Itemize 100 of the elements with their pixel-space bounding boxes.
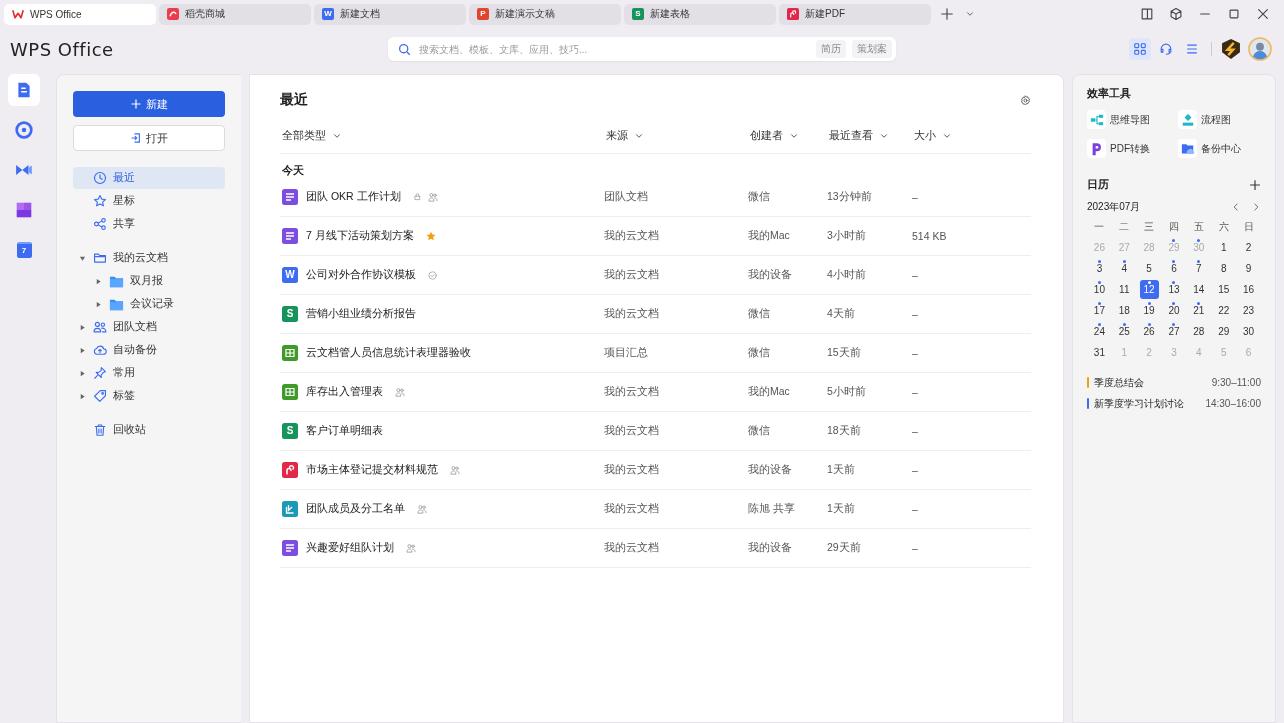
wps-logo-icon [12,8,24,20]
calendar-day[interactable]: 21 [1189,301,1209,320]
tree-item[interactable]: 常用 [73,362,225,384]
calendar-day[interactable]: 25 [1114,322,1134,341]
calendar-day[interactable]: 26 [1139,322,1159,341]
tree-item[interactable]: 双月报 [73,270,225,292]
column-header[interactable]: 大小 [912,129,952,143]
calendar-day[interactable]: 17 [1089,301,1109,320]
column-header[interactable]: 创建者 [748,129,799,143]
nav-item[interactable]: 共享 [73,213,225,235]
tool-link[interactable]: PDF转换 [1087,139,1170,158]
event-title[interactable]: 季度总结会 [1094,375,1144,390]
file-name[interactable]: 7 月线下活动策划方案 [306,229,414,243]
calendar-day[interactable]: 27 [1164,322,1184,341]
rail-button[interactable]: 7 [8,234,40,266]
calendar-day[interactable]: 10 [1089,280,1109,299]
caret-icon [942,131,952,141]
tab[interactable]: WPS Office [4,3,156,25]
tool-link[interactable]: 思维导图 [1087,110,1170,129]
table-cell-text: 514 KB [912,230,948,242]
file-name[interactable]: 团队成员及分工名单 [306,502,405,516]
calendar-day[interactable]: 8 [1214,259,1234,278]
avatar [1248,37,1272,61]
tab[interactable]: S 新建表格 [624,3,776,25]
next-month-button[interactable] [1251,202,1261,212]
calendar-day[interactable]: 7 [1189,259,1209,278]
tool-link[interactable]: 备份中心 [1178,139,1261,158]
file-name[interactable]: 团队 OKR 工作计划 [306,190,401,204]
calendar-day[interactable]: 15 [1214,280,1234,299]
file-name[interactable]: 公司对外合作协议模板 [306,268,416,282]
app-logo: WPS Office [10,38,115,60]
calendar-day[interactable]: 9 [1239,259,1259,278]
settings-button[interactable] [1020,94,1031,106]
file-name[interactable]: 客户订单明细表 [306,424,383,438]
calendar-day[interactable]: 4 [1114,259,1134,278]
apps-button[interactable] [1129,38,1151,60]
calendar-day[interactable]: 12 [1139,280,1159,299]
page-title: 最近 [280,91,308,109]
calendar-day[interactable]: 5 [1139,259,1159,278]
calendar-day[interactable]: 24 [1089,322,1109,341]
tree-item[interactable]: 我的云文档 [73,247,225,269]
file-name[interactable]: 兴趣爱好组队计划 [306,541,394,555]
calendar-day[interactable]: 6 [1164,259,1184,278]
column-header[interactable]: 全部类型 [280,129,342,143]
weekday-label: 二 [1118,220,1131,234]
calendar-day[interactable]: 30 [1239,322,1259,341]
calendar-day[interactable]: 3 [1089,259,1109,278]
calendar-day[interactable]: 28 [1189,322,1209,341]
app-icon: P [477,8,489,20]
calendar-day[interactable]: 19 [1139,301,1159,320]
calendar-day[interactable]: 29 [1214,322,1234,341]
event-title[interactable]: 新季度学习计划讨论 [1094,396,1184,411]
tab[interactable]: 稻壳商城 [159,3,311,25]
tree-item[interactable]: 团队文档 [73,316,225,338]
tree-item[interactable]: 会议记录 [73,293,225,315]
people-icon [406,543,416,553]
table-cell-text: – [912,464,919,476]
calendar-day[interactable]: 2 [1239,238,1259,257]
table-cell-text: 13分钟前 [827,190,873,204]
column-header[interactable]: 最近查看 [827,129,889,143]
nav-item[interactable]: 星标 [73,190,225,212]
calendar-day[interactable]: 11 [1114,280,1134,299]
nav-item[interactable]: 回收站 [73,419,225,441]
calendar-day[interactable]: 1 [1214,238,1234,257]
pin-icon [93,366,107,380]
section-title: 效率工具 [1087,87,1132,101]
tree-item[interactable]: 自动备份 [73,339,225,361]
calendar-day[interactable]: 13 [1164,280,1184,299]
tool-link[interactable]: 流程图 [1178,110,1261,129]
table-cell-text: 18天前 [827,424,862,438]
tab[interactable]: 新建PDF [779,3,931,25]
calendar-day[interactable]: 20 [1164,301,1184,320]
previous-month-button[interactable] [1231,202,1241,212]
calendar-day[interactable]: 18 [1114,301,1134,320]
file-name[interactable]: 云文档管人员信息统计表理器验收 [306,346,471,360]
menu-icon [1185,42,1199,56]
search-field[interactable]: 搜索文档、模板、文库、应用、技巧... 简历 策划案 [388,37,896,61]
add-event-button[interactable] [1249,179,1261,191]
folder-icon [93,251,107,265]
plus-icon [940,7,954,21]
file-name[interactable]: 库存出入管理表 [306,385,383,399]
tab[interactable]: P 新建演示文稿 [469,3,621,25]
calendar-day[interactable]: 22 [1214,301,1234,320]
calendar-day[interactable]: 31 [1089,343,1109,362]
table-cell-text: 陈旭 共享 [748,502,796,516]
suggestion-chip[interactable]: 简历 [816,40,846,58]
calendar-day[interactable]: 23 [1239,301,1259,320]
file-name[interactable]: 市场主体登记提交材料规范 [306,463,438,477]
open-button[interactable]: 打开 [73,125,225,151]
table-cell-text: 15天前 [827,346,862,360]
cube-icon [1169,7,1183,21]
column-header[interactable]: 来源 [604,129,644,143]
new-button[interactable]: 新建 [73,91,225,117]
calendar-day[interactable]: 16 [1239,280,1259,299]
file-name[interactable]: 营销小组业绩分析报告 [306,307,416,321]
nav-item[interactable]: 最近 [73,167,225,189]
tab[interactable]: W 新建文档 [314,3,466,25]
calendar-day[interactable]: 14 [1189,280,1209,299]
rail-button[interactable] [8,74,40,106]
tree-item[interactable]: 标签 [73,385,225,407]
